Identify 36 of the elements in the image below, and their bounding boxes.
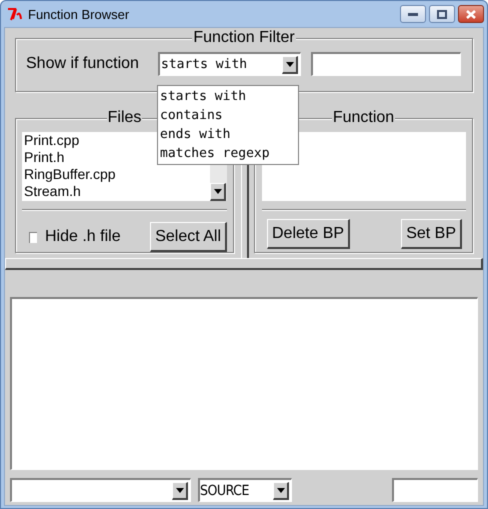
down-arrow-icon bbox=[176, 488, 184, 492]
checkbox[interactable] bbox=[29, 232, 37, 242]
down-arrow-icon bbox=[214, 189, 222, 194]
menu-option[interactable]: ends with bbox=[158, 125, 298, 144]
dropdown-button[interactable] bbox=[172, 482, 188, 500]
menu-option[interactable]: starts with bbox=[158, 87, 298, 106]
select-all-button[interactable]: Select All bbox=[150, 222, 227, 252]
location-dropdown[interactable] bbox=[10, 478, 191, 502]
dropdown-button[interactable] bbox=[210, 183, 226, 201]
checkbox-label: Hide .h file bbox=[45, 228, 122, 246]
dropdown-button[interactable] bbox=[273, 482, 289, 500]
maximize-icon bbox=[437, 10, 447, 18]
text-input[interactable] bbox=[392, 478, 478, 502]
dropdown-value: SOURCE bbox=[200, 482, 249, 498]
splitter-bar[interactable] bbox=[5, 258, 483, 270]
maximize-button[interactable] bbox=[429, 5, 455, 23]
match-mode-dropdown[interactable]: starts with bbox=[158, 52, 301, 76]
view-mode-dropdown[interactable]: SOURCE bbox=[198, 478, 292, 502]
file-item[interactable]: Stream.h bbox=[24, 183, 210, 200]
filter-label: Show if function bbox=[26, 55, 140, 73]
filter-input[interactable] bbox=[311, 52, 461, 76]
down-arrow-icon bbox=[286, 62, 294, 66]
window-title: Function Browser bbox=[28, 6, 130, 22]
delete-bp-button[interactable]: Delete BP bbox=[267, 219, 350, 249]
menu-option[interactable]: contains bbox=[158, 106, 298, 125]
minimize-button[interactable] bbox=[400, 5, 426, 23]
down-arrow-icon bbox=[276, 488, 284, 492]
set-bp-button[interactable]: Set BP bbox=[401, 219, 462, 249]
close-icon bbox=[466, 10, 476, 18]
menu-option[interactable]: matches regexp bbox=[158, 144, 298, 163]
close-button[interactable] bbox=[458, 5, 484, 23]
file-item[interactable]: RingBuffer.cpp bbox=[24, 166, 210, 183]
dropdown-button[interactable] bbox=[282, 56, 298, 74]
dropdown-value: starts with bbox=[160, 57, 248, 72]
feather-icon bbox=[7, 7, 23, 21]
minimize-icon bbox=[408, 12, 418, 16]
